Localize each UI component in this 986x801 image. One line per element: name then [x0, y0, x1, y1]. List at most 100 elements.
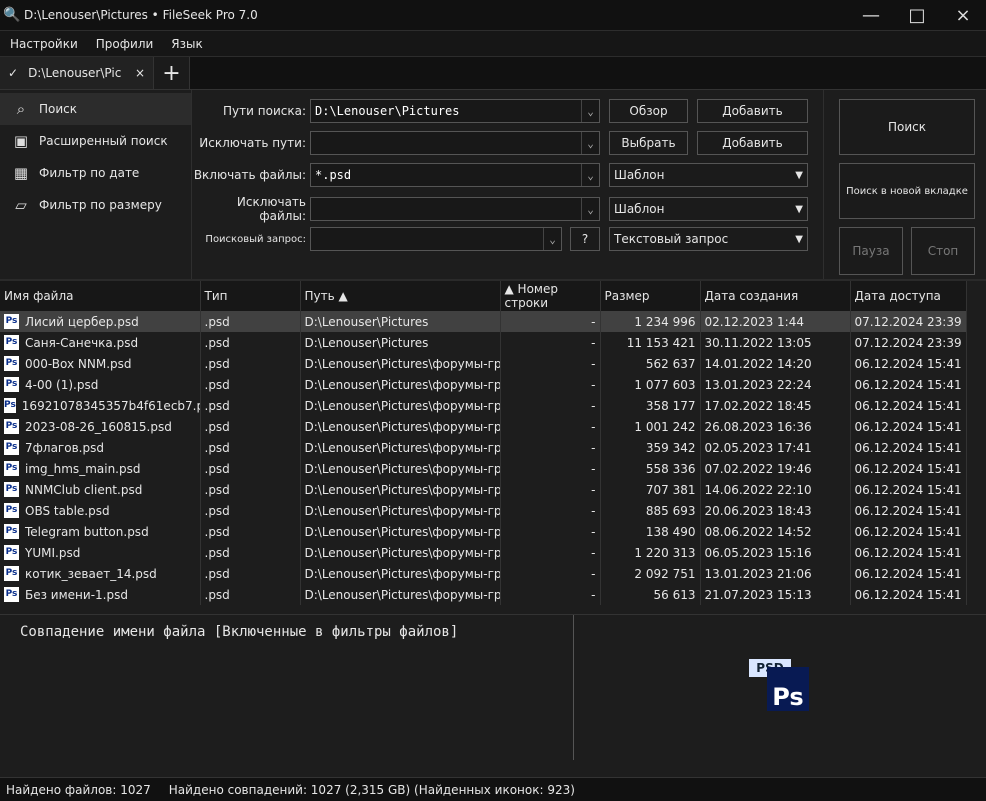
accessed-cell: 06.12.2024 15:41 [850, 353, 967, 374]
calendar-icon: ▦ [13, 164, 29, 182]
table-row[interactable]: Ps 16921078345357b4f61ecb7.psd .psd D:\Leno… [0, 395, 967, 416]
size-cell: 358 177 [600, 395, 701, 416]
file-path-cell: D:\Lenouser\Pictures\форумы-гр... [300, 395, 501, 416]
table-row[interactable]: Ps Telegram button.psd .psd D:\Lenouser\Pic… [0, 521, 967, 542]
size-cell: 2 092 751 [600, 563, 701, 584]
file-type-cell: .psd [200, 584, 301, 605]
psd-file-icon: Ps [4, 398, 16, 413]
table-row[interactable]: Ps 4-00 (1).psd .psd D:\Lenouser\Pictures\ф… [0, 374, 967, 395]
status-bar: Найдено файлов: 1027 Найдено совпадений: … [0, 777, 986, 801]
pause-button[interactable]: Пауза [839, 227, 903, 275]
file-path-cell: D:\Lenouser\Pictures\форумы-гр... [300, 584, 501, 605]
sidebar-item-size-filter[interactable]: ▱ Фильтр по размеру [0, 189, 191, 221]
help-button[interactable]: ? [570, 227, 600, 251]
check-icon: ✓ [8, 66, 19, 80]
file-path-cell: D:\Lenouser\Pictures\форумы-гр... [300, 542, 501, 563]
ruler-icon: ▱ [15, 196, 27, 214]
column-accessed[interactable]: Дата доступа [850, 281, 967, 311]
file-name-cell: Ps котик_зевает_14.psd [0, 563, 201, 584]
action-buttons: Поиск Поиск в новой вкладке Пауза Стоп [824, 90, 986, 279]
menu-profiles[interactable]: Профили [96, 37, 154, 51]
tab-close-icon[interactable]: × [135, 66, 145, 80]
accessed-cell: 06.12.2024 15:41 [850, 542, 967, 563]
query-type-select[interactable]: Текстовый запрос ▼ [609, 227, 808, 251]
close-button[interactable]: × [940, 0, 986, 30]
query-combo[interactable]: ⌄ [310, 227, 562, 251]
table-row[interactable]: Ps котик_зевает_14.psd .psd D:\Lenouser\Pic… [0, 563, 967, 584]
line-number-cell: - [500, 479, 601, 500]
column-name[interactable]: Имя файла [0, 281, 201, 311]
column-line-number[interactable]: ▲ Номер строки [500, 281, 601, 311]
column-size[interactable]: Размер [600, 281, 701, 311]
column-type[interactable]: Тип [200, 281, 301, 311]
exclude-files-combo[interactable]: ⌄ [310, 197, 600, 221]
file-name-cell: Ps Без имени-1.psd [0, 584, 201, 605]
sidebar-item-advanced-search[interactable]: ▣ Расширенный поиск [0, 125, 191, 157]
add-button[interactable]: Добавить [697, 99, 808, 123]
created-cell: 06.05.2023 15:16 [700, 542, 851, 563]
sidebar-item-search[interactable]: ⌕ Поиск [0, 93, 191, 125]
search-icon: ⌕ [16, 100, 26, 118]
search-button[interactable]: Поиск [839, 99, 975, 155]
browse-button[interactable]: Обзор [609, 99, 688, 123]
file-type-cell: .psd [200, 563, 301, 584]
advanced-search-icon: ▣ [13, 132, 29, 150]
table-row[interactable]: Ps 2023-08-26_160815.psd .psd D:\Lenouser\P… [0, 416, 967, 437]
file-type-cell: .psd [200, 542, 301, 563]
file-name-cell: Ps 4-00 (1).psd [0, 374, 201, 395]
include-files-combo[interactable]: *.psd ⌄ [310, 163, 600, 187]
table-row[interactable]: Ps Лисий цербер.psd .psd D:\Lenouser\Pictur… [0, 311, 967, 332]
psd-file-icon: Ps [4, 314, 19, 329]
created-cell: 14.01.2022 14:20 [700, 353, 851, 374]
file-type-cell: .psd [200, 500, 301, 521]
search-paths-label: Пути поиска: [223, 104, 306, 118]
psd-file-icon: Ps [4, 419, 19, 434]
chevron-down-icon: ⌄ [581, 100, 599, 122]
psd-file-icon: Ps [4, 440, 19, 455]
found-files-status: Найдено файлов: 1027 [6, 782, 151, 797]
search-new-tab-button[interactable]: Поиск в новой вкладке [839, 163, 975, 219]
size-cell: 56 613 [600, 584, 701, 605]
table-row[interactable]: Ps 7флагов.psd .psd D:\Lenouser\Pictures\фо… [0, 437, 967, 458]
table-row[interactable]: Ps OBS table.psd .psd D:\Lenouser\Pictures\… [0, 500, 967, 521]
minimize-button[interactable]: — [848, 0, 894, 30]
tab-pictures[interactable]: ✓ D:\Lenouser\Pic × [0, 57, 154, 89]
select-button[interactable]: Выбрать [609, 131, 688, 155]
query-label: Поисковый запрос: [205, 233, 306, 245]
chevron-down-icon: ⌄ [581, 132, 599, 154]
add-exclude-button[interactable]: Добавить [697, 131, 808, 155]
include-files-label: Включать файлы: [193, 168, 306, 182]
sidebar-item-date-filter[interactable]: ▦ Фильтр по дате [0, 157, 191, 189]
table-row[interactable]: Ps 000-Box NNM.psd .psd D:\Lenouser\Picture… [0, 353, 967, 374]
accessed-cell: 07.12.2024 23:39 [850, 332, 967, 353]
menu-language[interactable]: Язык [171, 37, 202, 51]
template-select[interactable]: Шаблон ▼ [609, 163, 808, 187]
stop-button[interactable]: Стоп [911, 227, 975, 275]
table-row[interactable]: Ps Без имени-1.psd .psd D:\Lenouser\Picture… [0, 584, 967, 605]
file-name-cell: Ps Telegram button.psd [0, 521, 201, 542]
line-number-cell: - [500, 563, 601, 584]
file-path-cell: D:\Lenouser\Pictures\форумы-гр... [300, 563, 501, 584]
file-name-cell: Ps YUMI.psd [0, 542, 201, 563]
file-type-cell: .psd [200, 353, 301, 374]
exclude-template-select[interactable]: Шаблон ▼ [609, 197, 808, 221]
new-tab-button[interactable]: + [154, 57, 190, 89]
file-name-cell: Ps Лисий цербер.psd [0, 311, 201, 332]
exclude-files-label: Исключать файлы: [236, 195, 306, 223]
results-tbody: Ps Лисий цербер.psd .psd D:\Lenouser\Pictur… [0, 311, 967, 605]
table-row[interactable]: Ps NNMClub client.psd .psd D:\Lenouser\Pict… [0, 479, 967, 500]
search-paths-combo[interactable]: D:\Lenouser\Pictures ⌄ [310, 99, 600, 123]
exclude-paths-combo[interactable]: ⌄ [310, 131, 600, 155]
file-path-cell: D:\Lenouser\Pictures\форумы-гр... [300, 353, 501, 374]
column-path[interactable]: Путь ▲ [300, 281, 501, 311]
table-row[interactable]: Ps Саня-Санечка.psd .psd D:\Lenouser\Pictur… [0, 332, 967, 353]
column-created[interactable]: Дата создания [700, 281, 851, 311]
file-type-cell: .psd [200, 311, 301, 332]
file-name-cell: Ps 7флагов.psd [0, 437, 201, 458]
table-row[interactable]: Ps YUMI.psd .psd D:\Lenouser\Pictures\форум… [0, 542, 967, 563]
file-type-cell: .psd [200, 521, 301, 542]
menu-settings[interactable]: Настройки [10, 37, 78, 51]
table-row[interactable]: Ps img_hms_main.psd .psd D:\Lenouser\Pictur… [0, 458, 967, 479]
file-path-cell: D:\Lenouser\Pictures\форумы-гр... [300, 374, 501, 395]
maximize-button[interactable]: □ [894, 0, 940, 30]
